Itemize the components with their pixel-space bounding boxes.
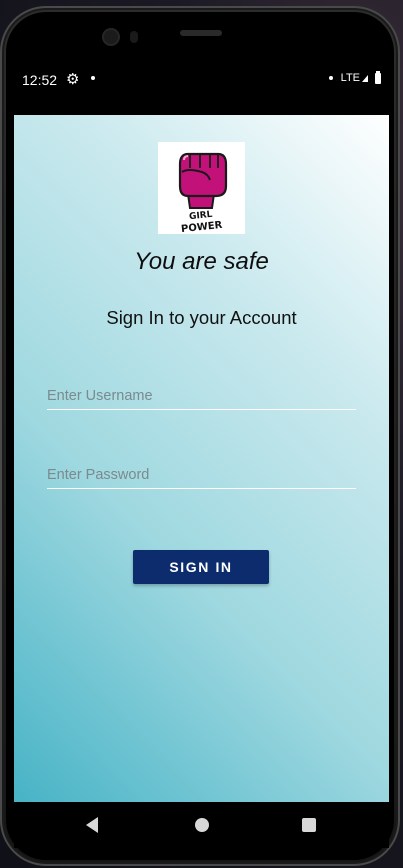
earpiece-speaker: [180, 30, 222, 36]
girl-power-logo: GIRL POWER: [158, 142, 245, 235]
back-icon[interactable]: [86, 817, 98, 833]
page-title: You are safe: [134, 248, 269, 275]
status-time: 12:52: [22, 72, 58, 88]
signal-icon: [362, 74, 368, 82]
status-bar: 12:52 ⚙ LTE: [14, 64, 389, 94]
network-type-label: LTE: [340, 72, 360, 84]
girl-power-fist-icon: GIRL POWER: [178, 152, 228, 235]
settings-gear-icon: ⚙: [66, 71, 80, 88]
status-dot-icon: [328, 76, 333, 80]
app-screen: GIRL POWER You are safe Sign In to your …: [14, 115, 389, 802]
home-icon[interactable]: [195, 818, 209, 832]
page-subtitle: Sign In to your Account: [106, 307, 297, 328]
recents-icon[interactable]: [302, 818, 316, 832]
front-camera: [104, 30, 118, 44]
svg-text:POWER: POWER: [181, 220, 224, 234]
password-input[interactable]: [47, 462, 356, 489]
notification-dot-icon: [91, 76, 95, 80]
navigation-bar: [14, 802, 389, 848]
sign-in-button[interactable]: SIGN IN: [133, 550, 269, 584]
front-sensor: [130, 31, 138, 43]
battery-icon: [375, 70, 381, 84]
username-input[interactable]: [47, 383, 356, 410]
status-right-group: LTE: [328, 70, 381, 84]
